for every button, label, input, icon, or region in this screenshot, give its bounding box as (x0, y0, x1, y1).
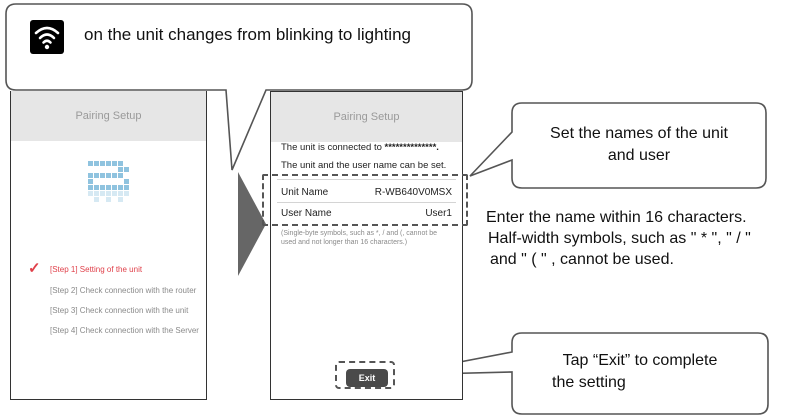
left-screen-header: Pairing Setup (11, 91, 206, 141)
names-info-text: The unit and the user name can be set. (281, 160, 447, 171)
exit-callout-text: Tap “Exit” to complete the setting (520, 350, 760, 394)
right-phone-screen: Pairing Setup The unit is connected to *… (270, 91, 463, 400)
names-note: Enter the name within 16 characters. Hal… (483, 207, 751, 270)
exit-callout-line1: Tap “Exit” to complete (562, 352, 718, 369)
names-note-line3: and " ( " , cannot be used. (490, 251, 674, 268)
step-1-label: [Step 1] Setting of the unit (50, 265, 143, 274)
wifi-icon (34, 26, 60, 50)
names-callout-line2: and user (607, 147, 671, 164)
names-callout-line1: Set the names of the unit (550, 125, 728, 142)
connected-ssid: **************. (384, 142, 439, 153)
exit-callout-line2: the setting (552, 374, 626, 391)
right-screen-header: Pairing Setup (271, 92, 462, 142)
names-note-line2: Half-width symbols, such as " * ", " / " (488, 230, 751, 247)
step-checkmark: ✓ (28, 260, 41, 277)
step-4-label: [Step 4] Check connection with the Serve… (50, 326, 199, 335)
names-highlight-box (262, 174, 468, 226)
exit-highlight-box (335, 361, 395, 389)
left-phone-screen: Pairing Setup ✓ [Step 1] Setting of the … (10, 91, 207, 400)
step-3-label: [Step 3] Check connection with the unit (50, 306, 189, 315)
names-callout-text: Set the names of the unit and user (512, 123, 766, 167)
top-callout-text: on the unit changes from blinking to lig… (84, 25, 411, 44)
step-2-label: [Step 2] Check connection with the route… (50, 286, 197, 295)
name-rules-note-line1: (Single-byte symbols, such as *, / and (… (281, 230, 438, 237)
wifi-icon-badge (30, 20, 64, 54)
name-rules-note: (Single-byte symbols, such as *, / and (… (281, 229, 437, 247)
name-rules-note-line2: used and not longer than 16 characters.) (281, 239, 408, 246)
progress-grid-icon (88, 161, 129, 202)
connected-prefix: The unit is connected to (281, 142, 385, 153)
names-note-line1: Enter the name within 16 characters. (486, 209, 747, 226)
connected-text: The unit is connected to **************. (281, 142, 439, 153)
